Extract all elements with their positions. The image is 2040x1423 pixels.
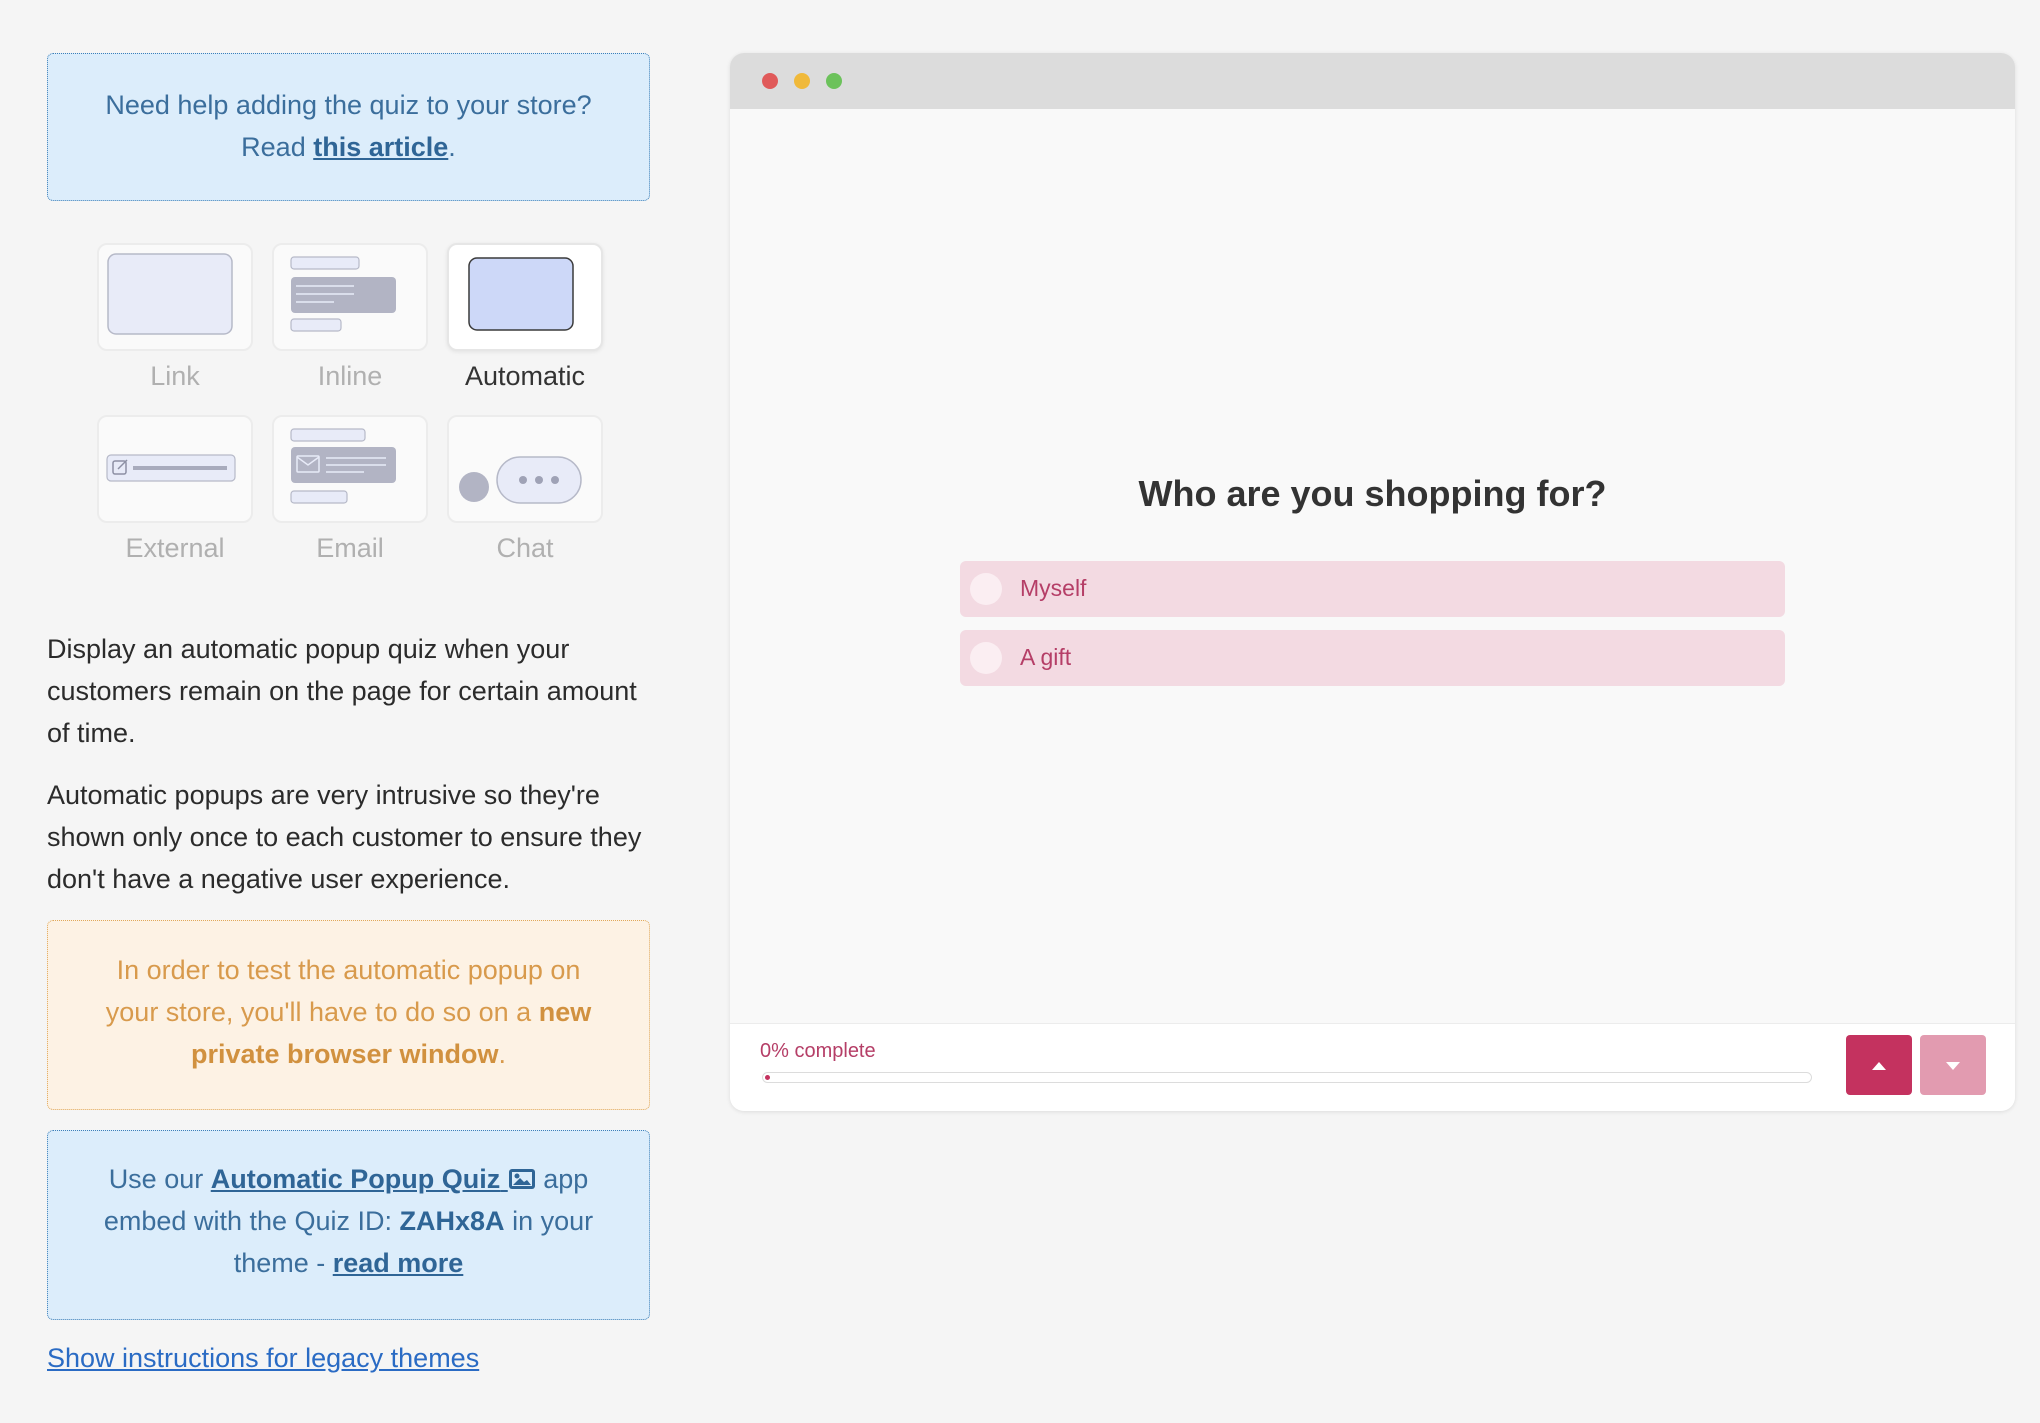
quiz-id: ZAHx8A [399, 1206, 505, 1236]
radio-icon[interactable] [970, 642, 1002, 674]
description-paragraph-2: Automatic popups are very intrusive so t… [47, 780, 642, 894]
mode-external-card[interactable] [97, 415, 253, 523]
chat-mode-icon [459, 456, 582, 504]
mode-inline[interactable]: Inline [272, 243, 428, 391]
mode-external[interactable]: External [97, 415, 253, 563]
quiz-preview-window: Who are you shopping for? Myself A gift … [730, 53, 2015, 1111]
mode-chat-label: Chat [496, 533, 554, 563]
automatic-mode-icon [468, 257, 574, 331]
quiz-footer: 0% complete [730, 1023, 2015, 1111]
answer-option[interactable]: A gift [960, 630, 1785, 686]
previous-question-button[interactable] [1846, 1035, 1912, 1095]
help-line: Need help adding the quiz to your store? [105, 90, 592, 120]
window-titlebar [730, 53, 2015, 109]
external-mode-icon [106, 454, 236, 482]
help-article-link[interactable]: this article [313, 132, 448, 162]
mode-external-label: External [125, 533, 225, 563]
left-panel: Need help adding the quiz to your store?… [47, 53, 650, 1373]
inline-mode-icon [290, 256, 396, 332]
caret-down-icon [1946, 1062, 1960, 1070]
next-question-button[interactable] [1920, 1035, 1986, 1095]
answer-option[interactable]: Myself [960, 561, 1785, 617]
mode-automatic[interactable]: Automatic [447, 243, 603, 391]
app-embed-link-text: Automatic Popup Quiz [210, 1164, 501, 1194]
mode-link-card[interactable] [97, 243, 253, 351]
progress-bar [762, 1072, 1812, 1083]
quiz-question: Who are you shopping for? [1138, 473, 1607, 514]
mode-link-label: Link [150, 361, 200, 391]
mode-automatic-card[interactable] [447, 243, 603, 351]
progress-label: 0% complete [760, 1040, 876, 1062]
private-window-warning: In order to test the automatic popup on … [47, 920, 650, 1110]
description-paragraph-1: Display an automatic popup quiz when you… [47, 634, 637, 748]
read-more-link[interactable]: read more [333, 1248, 464, 1278]
image-icon [508, 1169, 535, 1189]
mode-email-card[interactable] [272, 415, 428, 523]
mode-email-label: Email [316, 533, 384, 563]
mode-chat[interactable]: Chat [447, 415, 603, 563]
answer-label: Myself [1020, 575, 1087, 601]
progress-fill [765, 1075, 770, 1080]
link-mode-icon [107, 253, 233, 335]
app-embed-notice: Use our Automatic Popup Quiz app embed w… [47, 1130, 650, 1320]
legacy-themes-link[interactable]: Show instructions for legacy themes [47, 1343, 479, 1374]
app-embed-link[interactable]: Automatic Popup Quiz [211, 1164, 536, 1194]
answer-label: A gift [1020, 644, 1072, 670]
embed-prefix: Use our [108, 1164, 211, 1194]
window-minimize-dot [794, 73, 810, 89]
mode-inline-label: Inline [317, 361, 383, 391]
mode-automatic-label: Automatic [464, 361, 586, 391]
help-notice: Need help adding the quiz to your store?… [47, 53, 650, 201]
help-read-prefix: Read [241, 132, 314, 162]
mode-link[interactable]: Link [97, 243, 253, 391]
help-suffix: . [448, 132, 456, 162]
warning-suffix: . [498, 1039, 507, 1069]
mode-description: Display an automatic popup quiz when you… [47, 628, 650, 920]
email-mode-icon [290, 428, 396, 504]
radio-icon[interactable] [970, 573, 1002, 605]
window-close-dot [762, 73, 778, 89]
mode-chat-card[interactable] [447, 415, 603, 523]
warning-text: In order to test the automatic popup on … [105, 955, 581, 1027]
mode-inline-card[interactable] [272, 243, 428, 351]
mode-email[interactable]: Email [272, 415, 428, 563]
window-maximize-dot [826, 73, 842, 89]
caret-up-icon [1872, 1062, 1886, 1070]
